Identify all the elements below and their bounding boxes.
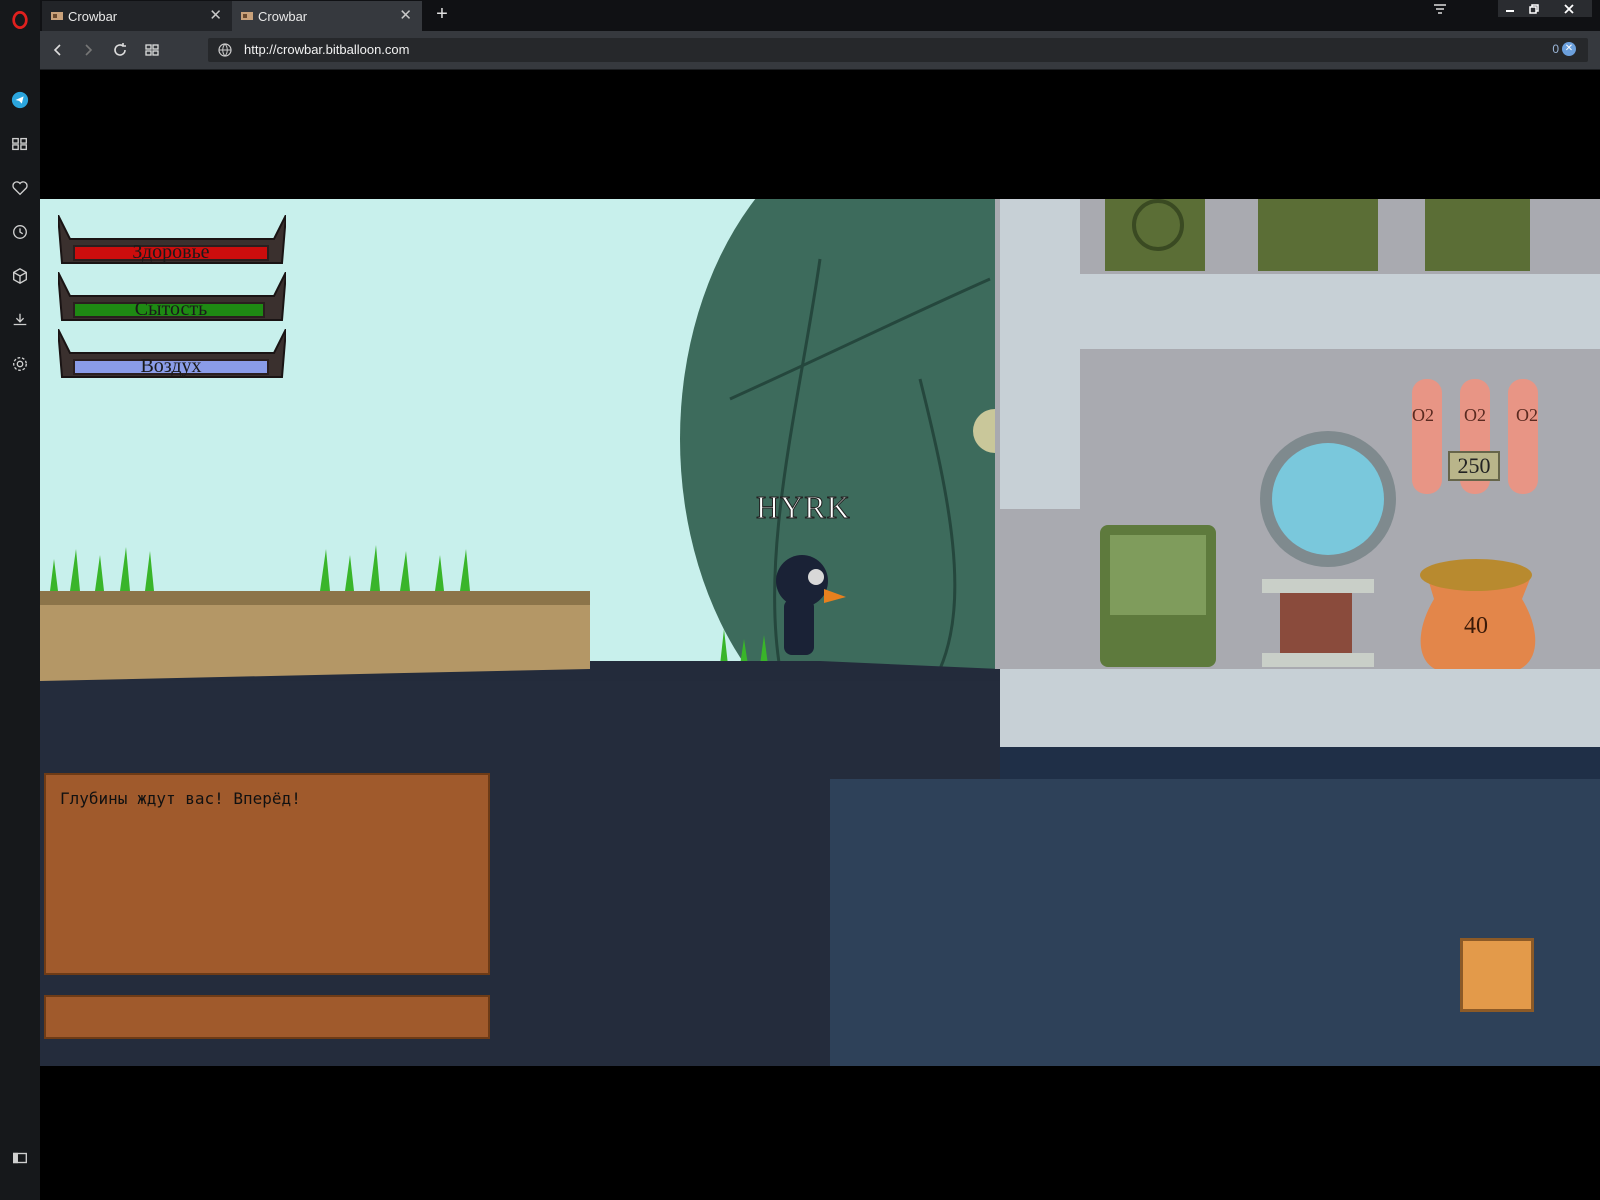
- back-button[interactable]: [48, 40, 68, 60]
- download-icon[interactable]: [8, 308, 32, 332]
- cube-icon[interactable]: [8, 264, 32, 288]
- game-canvas[interactable]: O2 O2 O2 250 40 Здоровье Сытость Воздух: [40, 199, 1600, 1066]
- health-bar: Здоровье: [58, 215, 286, 267]
- tab-title: Crowbar: [68, 8, 118, 24]
- adblock-count: 0: [1552, 42, 1559, 56]
- reload-button[interactable]: [110, 40, 130, 60]
- adblock-shield-icon: ✕: [1562, 42, 1576, 56]
- heart-icon[interactable]: [8, 176, 32, 200]
- new-tab-button[interactable]: +: [432, 4, 452, 24]
- status-hud: Здоровье Сытость Воздух: [58, 215, 286, 386]
- page-viewport: O2 O2 O2 250 40 Здоровье Сытость Воздух: [40, 70, 1600, 1200]
- url-field[interactable]: http://crowbar.bitballoon.com 0 ✕: [208, 38, 1588, 62]
- tab-crowbar-1[interactable]: Crowbar ✕: [42, 1, 232, 31]
- tab-title: Crowbar: [258, 8, 308, 24]
- water: [830, 779, 1600, 1066]
- health-label: Здоровье: [132, 241, 210, 263]
- close-window-button[interactable]: [1546, 0, 1592, 17]
- minimize-button[interactable]: [1498, 0, 1522, 17]
- tab-bar: Crowbar ✕ Crowbar ✕ +: [40, 0, 1600, 31]
- oxygen-tank-labels: O2 O2 O2: [1412, 405, 1538, 426]
- chat-input[interactable]: [44, 995, 490, 1039]
- sidebar-toggle-icon[interactable]: [8, 1146, 32, 1170]
- speed-dial-icon[interactable]: [8, 132, 32, 156]
- sack-amount: 40: [1464, 613, 1488, 639]
- crowbar-favicon-icon: [241, 12, 253, 20]
- settings-icon[interactable]: [8, 352, 32, 376]
- opera-logo-icon[interactable]: [8, 8, 32, 32]
- air-label: Воздух: [140, 355, 202, 377]
- history-icon[interactable]: [8, 220, 32, 244]
- ceiling-beam: [1080, 274, 1600, 349]
- tab-crowbar-2[interactable]: Crowbar ✕: [232, 1, 422, 31]
- tank-label: O2: [1516, 405, 1538, 425]
- wall-pillar: [1000, 199, 1080, 509]
- player-name-tag: HYRK: [756, 489, 851, 526]
- close-tab-icon[interactable]: ✕: [209, 8, 222, 23]
- tabs-grid-button[interactable]: [142, 40, 162, 60]
- inventory-slot[interactable]: [1460, 938, 1534, 1012]
- browser-sidebar: [0, 0, 40, 1200]
- address-bar: http://crowbar.bitballoon.com 0 ✕: [40, 31, 1600, 70]
- url-text: http://crowbar.bitballoon.com: [244, 42, 410, 57]
- message-text: Глубины ждут вас! Вперёд!: [60, 789, 301, 808]
- globe-icon: [218, 43, 232, 57]
- message-panel: Глубины ждут вас! Вперёд!: [44, 773, 490, 975]
- adblock-badge[interactable]: 0 ✕: [1552, 42, 1576, 56]
- tab-menu-icon[interactable]: [1430, 0, 1450, 17]
- crowbar-favicon-icon: [51, 12, 63, 20]
- restore-button[interactable]: [1522, 0, 1546, 17]
- telegram-icon[interactable]: [8, 88, 32, 112]
- air-bar: Воздух: [58, 329, 286, 381]
- floor-beam: [1000, 669, 1600, 747]
- tank-label: O2: [1412, 405, 1434, 425]
- forward-button[interactable]: [78, 40, 98, 60]
- satiety-bar: Сытость: [58, 272, 286, 324]
- close-tab-icon[interactable]: ✕: [399, 8, 412, 23]
- satiety-label: Сытость: [134, 298, 208, 320]
- oxygen-amount: 250: [1448, 451, 1500, 481]
- tank-label: O2: [1464, 405, 1486, 425]
